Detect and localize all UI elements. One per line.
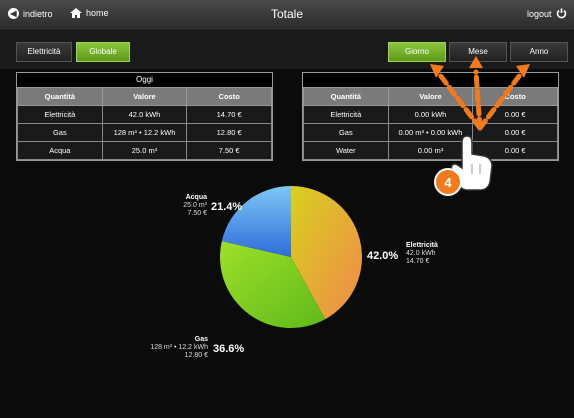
table-cell: 7.50 € <box>186 141 272 160</box>
page-title: Totale <box>270 7 304 21</box>
arrowhead-icon <box>469 56 483 68</box>
slice-value: 25.0 m³ <box>183 202 207 209</box>
table-cell: Elettricità <box>17 105 103 124</box>
column-header: Quantità <box>303 87 389 106</box>
column-header: Costo <box>186 87 272 106</box>
slice-value: 128 m³ • 12.2 kWh <box>150 344 208 351</box>
table-cell: 12.80 € <box>186 123 272 142</box>
acqua-label: Acqua 25.0 m³ 7.50 € <box>175 194 207 218</box>
tab-elettricita[interactable]: Elettricità <box>16 42 72 62</box>
logout-button[interactable]: logout <box>527 8 567 19</box>
slice-cost: 12.80 € <box>184 352 208 359</box>
slice-name: Acqua <box>185 194 207 201</box>
table-cell: Water <box>303 141 389 160</box>
table-row: Gas 128 m³ • 12.2 kWh 12.80 € <box>17 123 272 142</box>
table-row: Acqua 25.0 m³ 7.50 € <box>17 141 272 160</box>
table-cell: 14.70 € <box>186 105 272 124</box>
elettricita-label: Elettricità 42.0 kWh 14.70 € <box>406 242 438 266</box>
column-header: Quantità <box>17 87 103 106</box>
table-cell: Gas <box>303 123 389 142</box>
gas-label: Gas 128 m³ • 12.2 kWh 12.80 € <box>138 336 208 360</box>
slice-name: Elettricità <box>406 242 438 249</box>
table-title: Oggi <box>17 73 272 87</box>
summary-table-today: Oggi Quantità Valore Costo Elettricità 4… <box>16 72 273 161</box>
column-header: Valore <box>101 87 188 106</box>
slice-cost: 14.70 € <box>406 258 430 265</box>
gas-percent: 36.6% <box>213 343 245 355</box>
arrow-to-anno <box>477 72 523 131</box>
tab-globale[interactable]: Globale <box>76 42 130 62</box>
table-cell: Acqua <box>17 141 103 160</box>
arrow-to-giorno <box>437 72 483 131</box>
table-row: Elettricità 42.0 kWh 14.70 € <box>17 105 272 124</box>
top-bar: ◀ indietro home Totale logout <box>0 0 574 31</box>
power-icon <box>556 8 566 19</box>
table-cell: 42.0 kWh <box>101 105 188 124</box>
table-cell: 25.0 m³ <box>101 141 188 160</box>
acqua-percent: 21.4% <box>211 201 243 213</box>
table-cell: Gas <box>17 123 103 142</box>
slice-name: Gas <box>194 336 208 343</box>
elettricita-percent: 42.0% <box>367 250 399 262</box>
step-badge-number: 4 <box>444 175 452 190</box>
logout-label: logout <box>527 8 552 19</box>
slice-value: 42.0 kWh <box>406 250 436 257</box>
table-cell: 128 m³ • 12.2 kWh <box>101 123 188 142</box>
slice-cost: 7.50 € <box>187 210 207 217</box>
table-cell: Elettricità <box>303 105 389 124</box>
gesture-overlay: 4 <box>430 56 530 196</box>
